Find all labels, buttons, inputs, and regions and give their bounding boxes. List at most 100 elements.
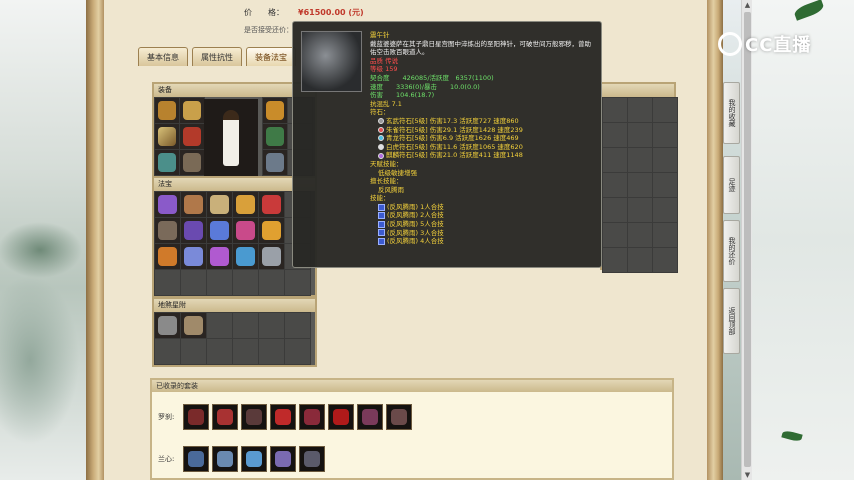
chevron-up-icon[interactable]: ▲ bbox=[742, 0, 753, 10]
suit-item[interactable] bbox=[328, 404, 354, 430]
inventory-slot[interactable] bbox=[628, 173, 652, 197]
inventory-slot[interactable] bbox=[653, 148, 677, 172]
fabao-slot[interactable] bbox=[259, 244, 284, 269]
scroll-thumb[interactable] bbox=[744, 12, 751, 467]
fabao-slot-empty[interactable] bbox=[259, 270, 284, 295]
fabao-slot[interactable] bbox=[181, 192, 206, 217]
fabao-slot[interactable] bbox=[155, 218, 180, 243]
inventory-slot[interactable] bbox=[653, 223, 677, 247]
inventory-slot[interactable] bbox=[653, 248, 677, 272]
skill-icon bbox=[378, 238, 385, 246]
back-to-top-button[interactable]: 返回顶部 bbox=[723, 288, 740, 354]
favorites-button[interactable]: 我的收藏 bbox=[723, 82, 740, 144]
fabao-slot[interactable] bbox=[233, 244, 258, 269]
scroll-frame-left bbox=[86, 0, 104, 480]
suit-row-label: 兰心: bbox=[158, 455, 175, 463]
inventory-slot[interactable] bbox=[603, 148, 627, 172]
inventory-slot[interactable] bbox=[628, 98, 652, 122]
fabao-slot[interactable] bbox=[207, 192, 232, 217]
fabao-slot[interactable] bbox=[155, 244, 180, 269]
mount-slot-empty[interactable] bbox=[233, 339, 258, 364]
fabao-slot-empty[interactable] bbox=[285, 270, 310, 295]
inventory-slot[interactable] bbox=[653, 98, 677, 122]
fabao-slot[interactable] bbox=[207, 244, 232, 269]
item-stat: 契合度 426085/活跃度 6357(1100) bbox=[370, 73, 494, 82]
equip-slot-weapon[interactable] bbox=[155, 124, 179, 149]
suit-item[interactable] bbox=[212, 446, 238, 472]
equip-slot-accessory-3[interactable] bbox=[263, 150, 287, 175]
fabao-slot[interactable] bbox=[259, 218, 284, 243]
mount-slot-empty[interactable] bbox=[181, 339, 206, 364]
fabao-slot-empty[interactable] bbox=[207, 270, 232, 295]
skill-row: (反风腾雨) 4人合技 bbox=[370, 237, 596, 246]
inventory-slot[interactable] bbox=[603, 123, 627, 147]
fabao-slot-empty[interactable] bbox=[155, 270, 180, 295]
mount-slot-empty[interactable] bbox=[259, 313, 284, 338]
fabao-slot[interactable] bbox=[181, 218, 206, 243]
item-resist: 抗混乱 7.1 bbox=[370, 99, 402, 108]
mount-slot[interactable] bbox=[181, 313, 206, 338]
inventory-slot[interactable] bbox=[628, 148, 652, 172]
tab-basic-info[interactable]: 基本信息 bbox=[138, 47, 188, 66]
chevron-down-icon[interactable]: ▼ bbox=[742, 470, 753, 480]
mount-slot-empty[interactable] bbox=[207, 339, 232, 364]
inventory-slot[interactable] bbox=[653, 173, 677, 197]
mount-slots bbox=[154, 312, 311, 365]
equip-slot-shoes[interactable] bbox=[180, 150, 204, 175]
mount-slot-empty[interactable] bbox=[207, 313, 232, 338]
inventory-slot[interactable] bbox=[628, 223, 652, 247]
tab-attributes[interactable]: 属性抗性 bbox=[192, 47, 242, 66]
suit-item[interactable] bbox=[183, 404, 209, 430]
inventory-panel-title bbox=[602, 84, 674, 97]
fabao-slot-empty[interactable] bbox=[233, 270, 258, 295]
equip-slot-necklace[interactable] bbox=[180, 98, 204, 123]
inventory-slot[interactable] bbox=[603, 198, 627, 222]
page-scrollbar[interactable]: ▲ ▼ bbox=[741, 0, 752, 480]
suit-item[interactable] bbox=[183, 446, 209, 472]
fabao-slot[interactable] bbox=[207, 218, 232, 243]
skill-icon bbox=[378, 212, 385, 220]
suit-item[interactable] bbox=[299, 446, 325, 472]
mount-slot[interactable] bbox=[155, 313, 180, 338]
fabao-slot[interactable] bbox=[233, 218, 258, 243]
fabao-slot[interactable] bbox=[155, 192, 180, 217]
equip-slot-helmet[interactable] bbox=[155, 98, 179, 123]
mount-slot-empty[interactable] bbox=[233, 313, 258, 338]
inventory-slot[interactable] bbox=[603, 173, 627, 197]
suit-item[interactable] bbox=[270, 404, 296, 430]
suit-item[interactable] bbox=[357, 404, 383, 430]
equip-slot-accessory-2[interactable] bbox=[263, 124, 287, 149]
fabao-slot[interactable] bbox=[181, 244, 206, 269]
mount-slot-empty[interactable] bbox=[285, 339, 310, 364]
suit-item[interactable] bbox=[270, 446, 296, 472]
fabao-slot-empty[interactable] bbox=[181, 270, 206, 295]
fabao-slot[interactable] bbox=[259, 192, 284, 217]
inventory-slot[interactable] bbox=[653, 198, 677, 222]
cc-live-logo: CC直播 bbox=[718, 30, 811, 58]
mount-slot-empty[interactable] bbox=[285, 313, 310, 338]
inventory-slot[interactable] bbox=[603, 248, 627, 272]
inventory-slot[interactable] bbox=[653, 123, 677, 147]
fabao-slot[interactable] bbox=[233, 192, 258, 217]
inventory-slot[interactable] bbox=[628, 198, 652, 222]
footprint-button[interactable]: 足迹 bbox=[723, 156, 740, 214]
inventory-slot[interactable] bbox=[603, 223, 627, 247]
price-value: ¥61500.00 (元) bbox=[298, 8, 364, 17]
rune-row: 青龙符石[5级] 伤害6.9 活跃度1626 速度469 bbox=[370, 134, 596, 143]
inventory-slot[interactable] bbox=[628, 123, 652, 147]
suit-item[interactable] bbox=[386, 404, 412, 430]
mount-slot-empty[interactable] bbox=[259, 339, 284, 364]
talent-title: 天赋技能： bbox=[370, 159, 403, 168]
suit-item[interactable] bbox=[241, 404, 267, 430]
suit-item[interactable] bbox=[212, 404, 238, 430]
inventory-slot[interactable] bbox=[603, 98, 627, 122]
equip-slot-accessory-1[interactable] bbox=[263, 98, 287, 123]
mount-slot-empty[interactable] bbox=[155, 339, 180, 364]
tab-equipment[interactable]: 装备法宝 bbox=[246, 47, 296, 66]
suit-item[interactable] bbox=[241, 446, 267, 472]
equip-slot-belt[interactable] bbox=[155, 150, 179, 175]
my-offers-button[interactable]: 我的还价 bbox=[723, 220, 740, 282]
inventory-slot[interactable] bbox=[628, 248, 652, 272]
equip-slot-armor[interactable] bbox=[180, 124, 204, 149]
suit-item[interactable] bbox=[299, 404, 325, 430]
